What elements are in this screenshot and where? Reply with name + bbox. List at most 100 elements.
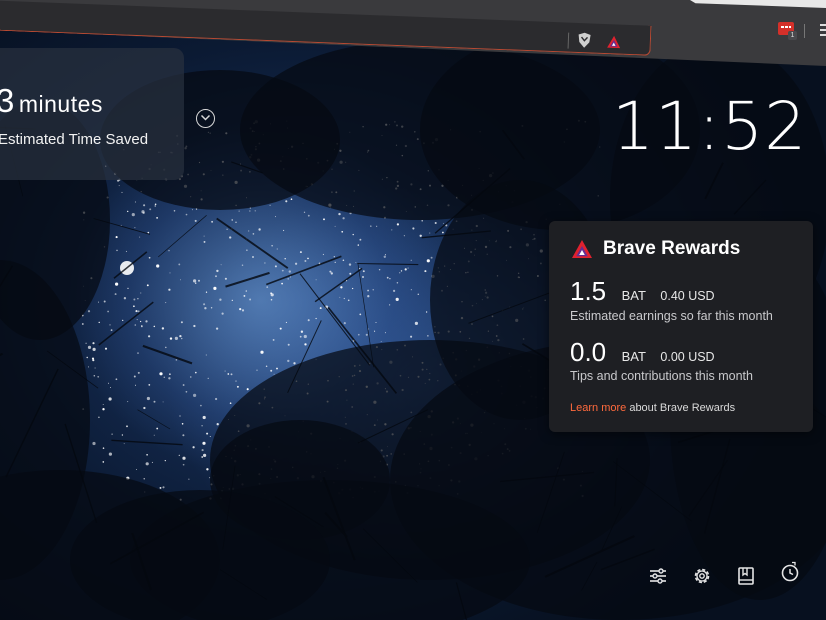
time-saved-number: 3 [0, 82, 15, 119]
star [334, 225, 336, 227]
star [299, 251, 302, 254]
settings-icon[interactable] [691, 565, 713, 587]
star [140, 292, 142, 294]
star [188, 478, 190, 480]
bat-rewards-icon[interactable] [607, 35, 621, 49]
star [224, 277, 227, 280]
star [143, 406, 146, 410]
star [274, 216, 277, 218]
star [114, 293, 117, 296]
star [281, 269, 284, 272]
star [224, 370, 226, 372]
star [342, 259, 345, 262]
star [343, 322, 346, 325]
star [162, 401, 164, 403]
star [376, 225, 378, 227]
brave-shield-icon[interactable] [577, 32, 593, 49]
star [206, 468, 209, 471]
tips-row: 0.0 BAT 0.00 USD [570, 337, 715, 368]
star [179, 334, 182, 338]
star [315, 279, 317, 281]
time-saved-label: Estimated Time Saved [0, 131, 149, 148]
star [136, 468, 137, 470]
star [135, 310, 138, 313]
star [148, 256, 151, 259]
star [294, 262, 298, 265]
star [174, 336, 178, 340]
stats-expand-button[interactable] [196, 109, 215, 128]
address-bar-divider [567, 32, 570, 49]
customize-icon[interactable] [647, 565, 669, 587]
star [283, 229, 285, 232]
bookmarks-icon[interactable] [735, 565, 757, 587]
star [149, 208, 152, 211]
star [175, 359, 178, 361]
star [276, 367, 278, 370]
star [342, 217, 345, 220]
learn-more-suffix: about Brave Rewards [626, 402, 736, 414]
star [134, 227, 136, 229]
star [351, 287, 354, 290]
star [109, 324, 111, 326]
toolbar-divider [804, 24, 805, 38]
star [123, 297, 127, 300]
star [303, 334, 307, 339]
star [236, 385, 239, 388]
star [220, 264, 222, 266]
star [169, 272, 171, 274]
star [102, 408, 105, 411]
star [194, 282, 197, 284]
star [193, 279, 197, 283]
menu-icon[interactable] [820, 24, 826, 36]
star [410, 335, 413, 338]
star [333, 256, 335, 258]
star [156, 217, 158, 219]
star [239, 307, 242, 311]
star [300, 330, 304, 333]
star [343, 297, 345, 300]
star [254, 210, 256, 212]
star [389, 277, 391, 280]
star [315, 317, 317, 320]
star [303, 211, 306, 213]
star [395, 297, 399, 301]
star [201, 449, 204, 452]
star [307, 214, 310, 217]
learn-more-link[interactable]: Learn more [570, 402, 626, 414]
star [260, 350, 264, 354]
star [419, 234, 422, 237]
star [135, 384, 136, 386]
star [238, 210, 240, 212]
rewards-title: Brave Rewards [603, 238, 741, 259]
star [107, 310, 109, 313]
earnings-amount: 1.5 [570, 276, 607, 306]
star [151, 461, 153, 463]
star [108, 452, 112, 456]
star [165, 346, 167, 349]
tree-branch [98, 301, 154, 346]
star [410, 259, 412, 261]
star [219, 298, 222, 301]
star [285, 321, 287, 323]
star [137, 310, 140, 313]
star [338, 212, 341, 216]
star [161, 327, 165, 330]
star [202, 441, 206, 445]
brave-rewards-card: Brave Rewards 1.5 BAT 0.40 USD Estimated… [549, 221, 813, 432]
star [159, 372, 163, 376]
star [154, 203, 157, 206]
star [243, 294, 246, 297]
star [182, 463, 185, 466]
star [374, 330, 376, 332]
star [216, 269, 219, 273]
star [207, 377, 209, 379]
star [375, 322, 377, 324]
star [287, 343, 290, 346]
history-icon[interactable] [779, 561, 801, 583]
star [147, 231, 150, 234]
star [348, 263, 352, 266]
time-saved-unit: minutes [18, 91, 103, 117]
star [163, 376, 166, 378]
star [430, 256, 433, 259]
star [270, 369, 273, 372]
